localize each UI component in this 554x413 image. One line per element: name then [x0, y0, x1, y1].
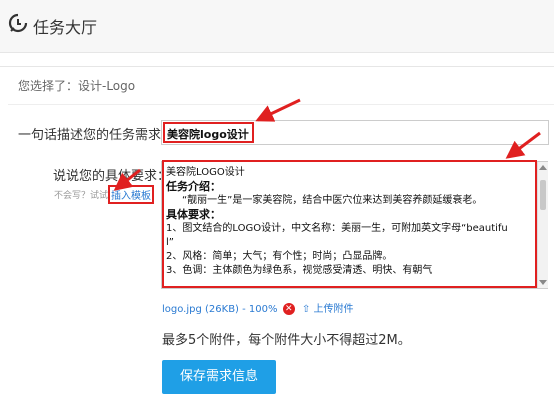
annotation-arrow — [113, 168, 141, 191]
annotation-arrow — [505, 131, 541, 159]
annotation-arrows — [113, 98, 541, 191]
annotation-arrow — [255, 98, 301, 122]
